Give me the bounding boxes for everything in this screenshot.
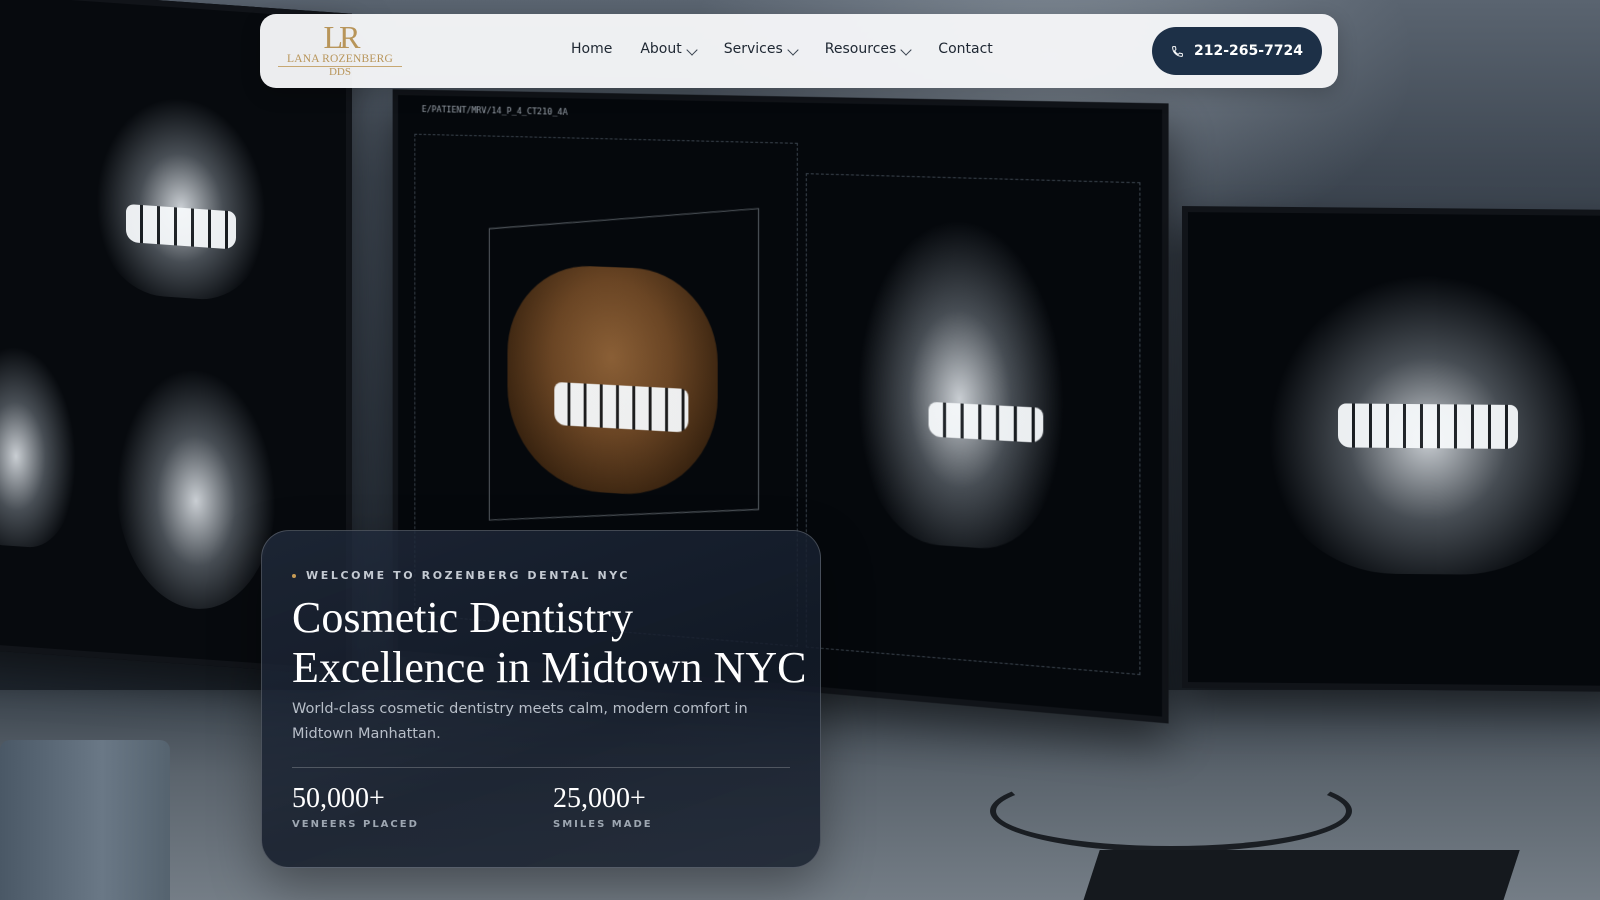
skull-xray-image <box>857 216 1065 554</box>
dental-xray-image <box>96 91 266 304</box>
top-navbar: LR LANA ROZENBERG DDS Home About Service… <box>260 14 1338 88</box>
3d-teeth-render <box>554 381 689 433</box>
stat-label: SMILES MADE <box>553 819 653 830</box>
stat-value: 25,000+ <box>553 783 646 814</box>
hero-card: WELCOME TO ROZENBERG DENTAL NYC Cosmetic… <box>261 530 821 868</box>
stat-label: VENEERS PLACED <box>292 819 419 830</box>
phone-number: 212-265-7724 <box>1193 43 1304 59</box>
keyboard <box>1080 850 1520 900</box>
chevron-down-icon <box>787 44 799 56</box>
logo-monogram: LR <box>323 19 361 55</box>
panoramic-teeth-image <box>1338 403 1518 449</box>
eyebrow-text: WELCOME TO ROZENBERG DENTAL NYC <box>306 569 631 582</box>
phone-icon <box>1172 45 1183 57</box>
chevron-down-icon <box>686 44 698 56</box>
hero-headline: Cosmetic Dentistry Excellence in Midtown… <box>292 593 812 693</box>
nav-item-contact[interactable]: Contact <box>938 41 992 57</box>
call-phone-button[interactable]: 212-265-7724 <box>1152 27 1322 75</box>
stethoscope <box>990 770 1352 852</box>
nav-item-home[interactable]: Home <box>571 41 612 57</box>
logo-suffix: DDS <box>328 66 351 78</box>
hero-subhead: World-class cosmetic dentistry meets cal… <box>292 701 748 742</box>
nav-item-about[interactable]: About <box>640 41 698 57</box>
right-monitor <box>1182 206 1600 692</box>
coffee-mug <box>0 740 170 900</box>
nav-item-resources[interactable]: Resources <box>824 41 912 57</box>
divider <box>292 767 790 768</box>
hero-eyebrow: WELCOME TO ROZENBERG DENTAL NYC <box>292 569 630 582</box>
nav-item-label: Home <box>571 41 613 57</box>
nav-item-label: Services <box>723 41 783 57</box>
nav-item-label: Resources <box>824 41 897 57</box>
scan-pane-right <box>805 173 1141 676</box>
dot-icon <box>292 573 296 578</box>
stat-veneers: 50,000+ VENEERS PLACED <box>292 783 419 830</box>
scan-header-text: E/PATIENT/MRV/14_P_4_CT210_4A <box>421 105 568 118</box>
hero-section: E/PATIENT/MRV/14_P_4_CT210_4A LR LANA RO… <box>0 0 1600 900</box>
brand-logo[interactable]: LR LANA ROZENBERG DDS <box>278 21 402 83</box>
headline-line-1: Cosmetic Dentistry <box>292 593 633 642</box>
skull-teeth-image <box>928 401 1044 443</box>
nav-item-label: About <box>640 41 682 57</box>
stat-value: 50,000+ <box>292 783 385 814</box>
jaw-arch-xray-image <box>116 363 276 615</box>
logo-name: LANA ROZENBERG <box>278 53 402 67</box>
nav-item-services[interactable]: Services <box>723 41 799 57</box>
headline-line-2: Excellence in Midtown NYC <box>292 643 807 692</box>
side-xray-image <box>0 342 76 551</box>
nav-links: Home About Services Resources Contact <box>571 12 1021 86</box>
teeth-xray-image <box>126 203 236 250</box>
nav-item-label: Contact <box>938 41 993 57</box>
chevron-down-icon <box>900 44 912 56</box>
stat-smiles: 25,000+ SMILES MADE <box>553 783 653 830</box>
